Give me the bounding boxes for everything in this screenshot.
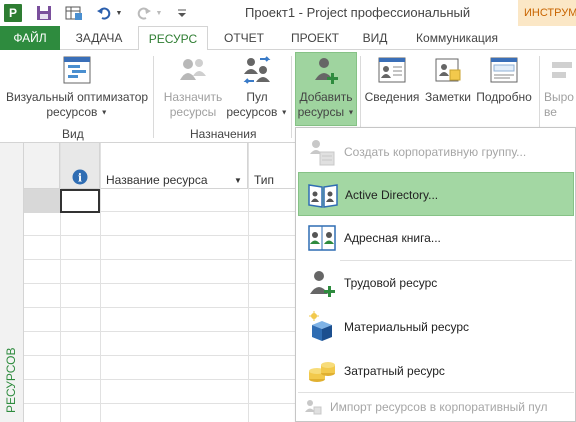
ribbon-separator <box>153 56 154 138</box>
menu-item-address-book[interactable]: Адресная книга... <box>298 216 574 260</box>
window-title: Проект1 - Project профессиональный <box>245 5 471 20</box>
cost-resource-icon <box>306 355 338 387</box>
contextual-tab-tools[interactable]: ИНСТРУМ <box>518 0 576 26</box>
menu-item-material-resource[interactable]: Материальный ресурс <box>298 305 574 349</box>
group-label-view: Вид <box>62 127 84 141</box>
assign-resources-icon <box>177 54 209 86</box>
indicators-header[interactable]: i <box>60 143 100 189</box>
active-cell[interactable] <box>60 189 100 213</box>
visual-optimizer-button[interactable]: Визуальный оптимизатор ресурсов ▼ <box>4 54 150 120</box>
import-resources-icon <box>304 398 322 416</box>
tab-file[interactable]: ФАЙЛ <box>0 26 60 50</box>
tab-communication[interactable]: Коммуникация <box>404 26 510 50</box>
column-header-resource-name[interactable]: Название ресурса ▼ <box>100 143 248 189</box>
column-header-type[interactable]: Тип <box>248 143 296 189</box>
group-label-assignments: Назначения <box>190 127 257 141</box>
view-bar-label: РЕСУРСОВ <box>4 347 18 413</box>
resource-pool-button[interactable]: Пул ресурсов ▼ <box>226 54 288 120</box>
details-icon <box>488 54 520 86</box>
customize-qat-icon[interactable] <box>172 3 192 23</box>
ribbon-tabs: ФАЙЛ ЗАДАЧА РЕСУРС ОТЧЕТ ПРОЕКТ ВИД Комм… <box>0 26 576 51</box>
menu-item-work-resource[interactable]: Трудовой ресурс <box>298 261 574 305</box>
table-icon[interactable] <box>64 3 84 23</box>
notes-icon <box>432 54 464 86</box>
level-button[interactable]: Выро ве <box>544 54 576 120</box>
tab-view[interactable]: ВИД <box>352 26 398 50</box>
details-button[interactable]: Подробно <box>474 54 534 105</box>
ribbon-separator <box>291 56 292 138</box>
tab-project[interactable]: ПРОЕКТ <box>280 26 350 50</box>
material-resource-icon <box>306 311 338 343</box>
visual-optimizer-icon <box>61 54 93 86</box>
redo-dropdown-icon[interactable]: ▼ <box>154 3 164 23</box>
undo-dropdown-icon[interactable]: ▼ <box>114 3 124 23</box>
tab-task[interactable]: ЗАДАЧА <box>62 26 136 50</box>
active-directory-icon <box>307 179 339 211</box>
row-header-active[interactable] <box>24 189 60 213</box>
undo-icon[interactable] <box>94 3 114 23</box>
add-resources-button[interactable]: Добавить ресурсы ▼ <box>295 54 357 120</box>
assign-resources-button[interactable]: Назначить ресурсы <box>160 54 226 120</box>
add-resources-menu: Создать корпоративную группу... Active D… <box>295 127 576 422</box>
column-filter-icon[interactable]: ▼ <box>234 176 242 185</box>
menu-item-import-to-enterprise-pool[interactable]: Импорт ресурсов в корпоративный пул <box>298 394 574 420</box>
tab-report[interactable]: ОТЧЕТ <box>212 26 276 50</box>
ribbon-separator <box>360 56 361 138</box>
svg-text:i: i <box>78 172 82 185</box>
information-button[interactable]: Сведения <box>364 54 420 105</box>
save-icon[interactable] <box>34 3 54 23</box>
menu-item-create-enterprise-group[interactable]: Создать корпоративную группу... <box>298 130 574 174</box>
select-all-header[interactable] <box>24 143 60 189</box>
add-resource-icon <box>310 54 342 86</box>
information-icon <box>376 54 408 86</box>
title-bar: P ▼ ▼ Проект1 - Project профессиональный… <box>0 0 576 26</box>
notes-button[interactable]: Заметки <box>421 54 475 105</box>
menu-item-cost-resource[interactable]: Затратный ресурс <box>298 349 574 393</box>
redo-icon[interactable] <box>134 3 154 23</box>
enterprise-group-icon <box>306 136 338 168</box>
work-resource-icon <box>306 267 338 299</box>
level-icon <box>548 54 576 86</box>
project-app-icon[interactable]: P <box>4 4 22 22</box>
tab-resource[interactable]: РЕСУРС <box>138 26 208 51</box>
resource-pool-icon <box>241 54 273 86</box>
address-book-icon <box>306 222 338 254</box>
view-bar: РЕСУРСОВ <box>0 143 24 422</box>
ribbon-separator <box>539 56 540 138</box>
info-icon: i <box>72 169 88 185</box>
menu-item-active-directory[interactable]: Active Directory... <box>298 172 574 216</box>
